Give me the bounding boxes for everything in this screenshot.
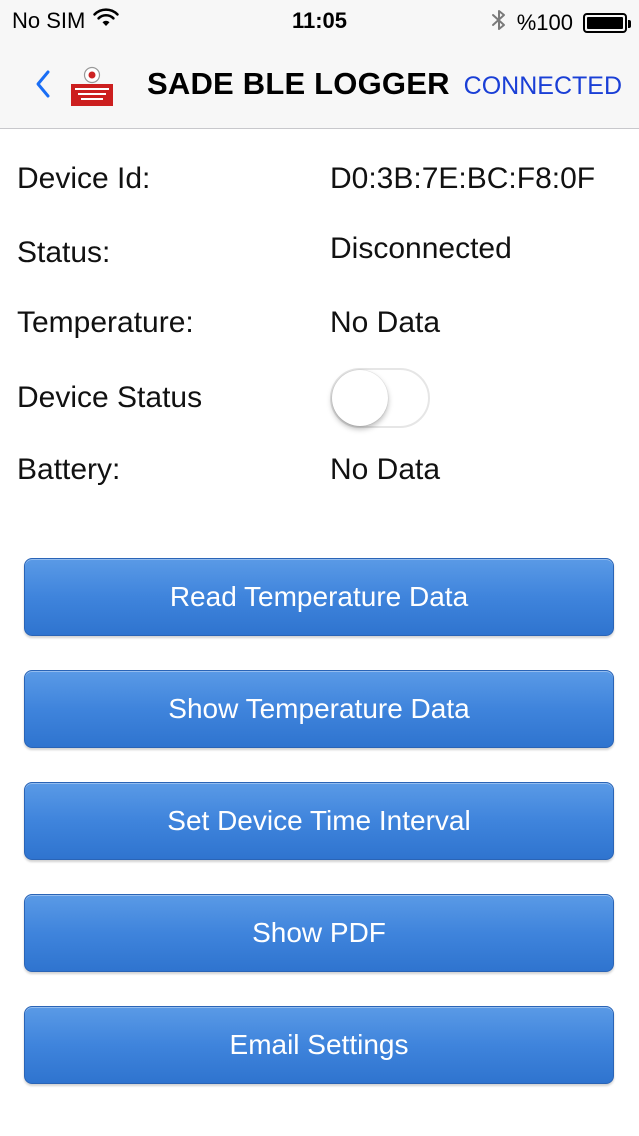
connection-status-link[interactable]: CONNECTED [464, 72, 622, 101]
battery-percent: %100 [516, 10, 573, 35]
battery-row: Battery: No Data [0, 453, 639, 513]
status-right: %100 [491, 8, 631, 38]
back-button[interactable] [30, 66, 58, 102]
show-pdf-button[interactable]: Show PDF [24, 894, 614, 972]
bluetooth-icon [491, 8, 507, 38]
battery-tip [628, 20, 631, 28]
set-interval-button[interactable]: Set Device Time Interval [24, 782, 614, 860]
status-label: Status: [17, 236, 111, 269]
read-temperature-button[interactable]: Read Temperature Data [24, 558, 614, 636]
navigation-bar: SADE BLE LOGGER CONNECTED [0, 40, 639, 128]
logo-icon [71, 64, 113, 106]
temperature-row: Temperature: No Data [0, 306, 639, 366]
app-screen: No SIM 11:05 %100 SADE BLE LOGGER CONNEC… [0, 0, 639, 1136]
status-value: Disconnected [330, 232, 512, 265]
device-status-toggle[interactable] [330, 368, 430, 428]
battery-fill [587, 17, 623, 29]
show-temperature-button[interactable]: Show Temperature Data [24, 670, 614, 748]
status-row: Status: Disconnected [0, 232, 639, 292]
device-status-label: Device Status [17, 381, 203, 414]
page-title: SADE BLE LOGGER [147, 66, 450, 101]
device-id-label: Device Id: [17, 162, 151, 195]
temperature-value: No Data [330, 306, 441, 339]
device-id-row: Device Id: D0:3B:7E:BC:F8:0F [0, 162, 639, 222]
chevron-left-icon [36, 70, 50, 98]
status-bar: No SIM 11:05 %100 [0, 0, 639, 40]
battery-label: Battery: [17, 453, 121, 486]
email-settings-button[interactable]: Email Settings [24, 1006, 614, 1084]
temperature-label: Temperature: [17, 306, 194, 339]
device-status-row: Device Status [0, 368, 639, 430]
battery-value: No Data [330, 453, 441, 486]
battery-icon [583, 13, 631, 33]
header: No SIM 11:05 %100 SADE BLE LOGGER CONNEC… [0, 0, 639, 129]
device-id-value: D0:3B:7E:BC:F8:0F [330, 162, 596, 195]
toggle-knob [332, 370, 388, 426]
